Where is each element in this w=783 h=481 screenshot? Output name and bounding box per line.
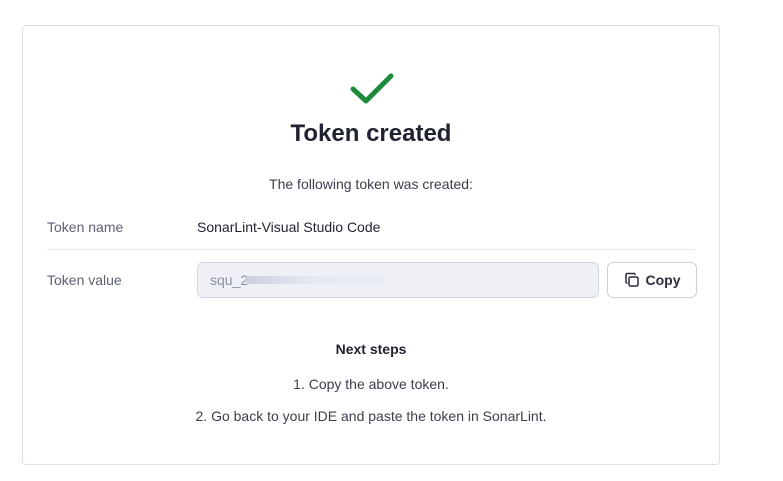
copy-button[interactable]: Copy — [607, 262, 697, 298]
token-name-value: SonarLint-Visual Studio Code — [197, 219, 381, 235]
token-name-label: Token name — [47, 219, 124, 235]
page-title: Token created — [290, 120, 452, 147]
next-steps-title: Next steps — [335, 341, 407, 357]
list-item: 1. Copy the above token. — [293, 376, 449, 392]
next-steps-list: 1. Copy the above token. 2. Go back to y… — [23, 375, 719, 439]
divider — [47, 249, 695, 250]
list-item: 2. Go back to your IDE and paste the tok… — [195, 408, 547, 424]
token-created-card: Token created The following token was cr… — [22, 25, 720, 465]
copy-button-label: Copy — [645, 272, 681, 288]
check-icon — [350, 73, 394, 104]
token-value-label: Token value — [47, 272, 122, 288]
token-redaction — [245, 276, 415, 284]
copy-icon — [624, 272, 639, 287]
subtitle: The following token was created: — [269, 176, 473, 192]
